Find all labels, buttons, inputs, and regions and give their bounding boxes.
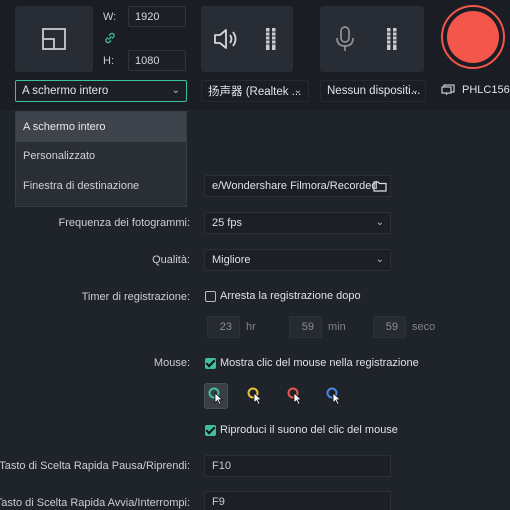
minutes-unit: min [328,321,346,333]
monitor-label[interactable]: PHLC156 [462,84,510,96]
cursor-click-icon [208,387,224,406]
microphone-dropdown-value: Nessun dispositi... [327,85,421,97]
cursor-click-icon [247,387,263,406]
chevron-down-icon: ⌄ [410,85,419,96]
record-button[interactable] [440,4,506,70]
area-dropdown[interactable]: A schermo intero ⌄ [15,80,187,102]
hotkey-pause-label: Tasto di Scelta Rapida Pausa/Riprendi: [0,460,190,472]
timer-checkbox[interactable] [205,291,216,302]
menu-item-custom[interactable]: Personalizzato [16,142,186,172]
click-sound-checkbox[interactable] [205,425,216,436]
timer-minutes-input[interactable]: 59 [289,316,322,338]
chevron-down-icon: ⌄ [375,254,384,265]
height-input[interactable]: 1080 [128,50,186,71]
audio-level-icon [263,27,279,51]
area-dropdown-menu: A schermo intero Personalizzato Finestra… [15,111,187,207]
area-dropdown-value: A schermo intero [22,85,109,97]
quality-dropdown[interactable]: Migliore ⌄ [204,249,391,271]
save-path-value: e/Wondershare Filmora/Recorded [212,180,378,192]
click-sound-label: Riproduci il suono del clic del mouse [220,424,398,436]
mouse-label: Mouse: [153,357,190,369]
link-aspect-icon[interactable] [103,31,117,45]
hotkey-start-label: Tasto di Scelta Rapida Avvia/Interrompi: [0,497,190,509]
speaker-dropdown-value: 扬声器 (Realtek ... [208,86,302,98]
microphone-icon [332,24,358,54]
save-path-field[interactable]: e/Wondershare Filmora/Recorded [204,175,391,197]
speaker-panel[interactable] [201,6,293,72]
timer-checkbox-label: Arresta la registrazione dopo [220,290,361,302]
quality-label: Qualità: [152,254,190,266]
screen-area-panel[interactable] [15,6,93,72]
folder-icon[interactable] [372,179,388,193]
frame-rate-label: Frequenza dei fotogrammi: [58,217,190,229]
seconds-unit: seco [412,321,436,333]
chevron-down-icon: ⌄ [293,85,302,96]
width-label: W: [103,11,117,23]
menu-item-target-window[interactable]: Finestra di destinazione [16,171,186,201]
show-clicks-label: Mostra clic del mouse nella registrazion… [220,357,419,369]
menu-item-full-screen[interactable]: A schermo intero [16,112,186,142]
hotkey-start-input[interactable]: F9 [204,491,391,510]
cursor-style-green-button[interactable] [204,383,228,409]
monitor-icon[interactable] [440,83,456,97]
mic-level-icon [384,27,400,51]
hours-unit: hr [246,321,256,333]
screen-region-icon [15,6,93,72]
show-clicks-checkbox[interactable] [205,358,216,369]
frame-rate-dropdown[interactable]: 25 fps ⌄ [204,212,391,234]
cursor-style-blue-button[interactable] [322,383,346,409]
cursor-click-icon [326,387,342,406]
hotkey-pause-input[interactable]: F10 [204,455,391,477]
quality-value: Migliore [212,254,251,266]
timer-label: Timer di registrazione: [81,291,190,303]
width-input[interactable]: 1920 [128,6,186,27]
microphone-dropdown[interactable]: Nessun dispositi... ⌄ [320,80,426,102]
speaker-dropdown[interactable]: 扬声器 (Realtek ... ⌄ [201,80,309,102]
height-label: H: [103,55,114,67]
cursor-style-red-button[interactable] [283,383,307,409]
timer-seconds-input[interactable]: 59 [373,316,406,338]
chevron-down-icon: ⌄ [375,217,384,228]
cursor-style-yellow-button[interactable] [243,383,267,409]
timer-hours-input[interactable]: 23 [207,316,240,338]
cursor-click-icon [287,387,303,406]
chevron-down-icon: ⌄ [171,85,180,96]
frame-rate-value: 25 fps [212,217,242,229]
speaker-icon [211,24,241,54]
microphone-panel[interactable] [320,6,424,72]
